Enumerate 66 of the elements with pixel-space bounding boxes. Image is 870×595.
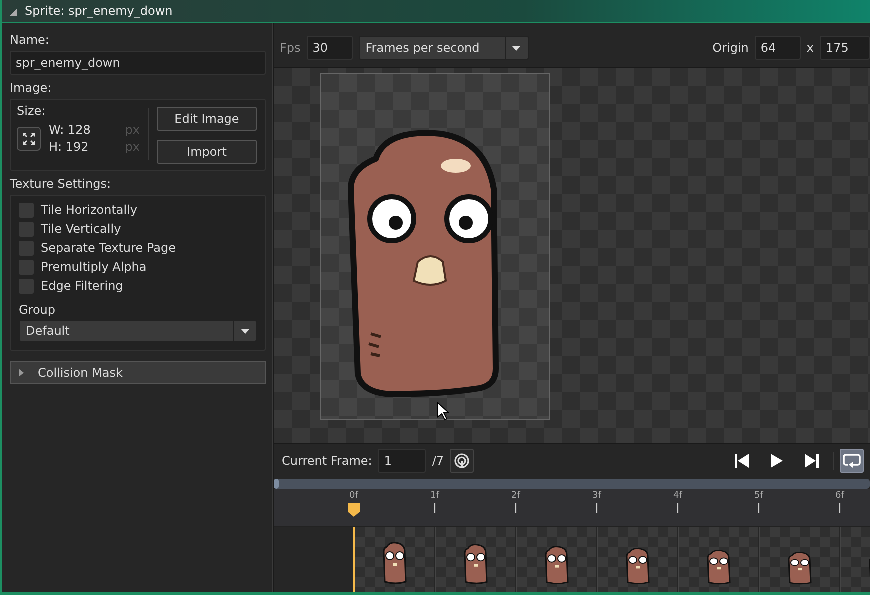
enemy-sprite-drawing	[544, 546, 570, 586]
frame-thumbnail[interactable]	[354, 527, 434, 592]
origin-x-field[interactable]: 64	[754, 36, 801, 60]
group-dropdown[interactable]: Default	[19, 320, 257, 342]
origin-separator: x	[806, 41, 814, 55]
enemy-sprite-drawing	[786, 552, 812, 586]
frame-tick-label: 0f	[350, 491, 358, 501]
texture-settings-label: Texture Settings:	[10, 177, 112, 191]
enemy-sprite-drawing	[462, 544, 488, 586]
collision-mask-header[interactable]: Collision Mask	[10, 361, 266, 384]
frame-tick-label: 3f	[592, 491, 602, 501]
loop-button[interactable]	[840, 449, 864, 473]
origin-y-field[interactable]: 175	[820, 36, 870, 60]
image-label: Image:	[10, 81, 53, 95]
dropdown-caret-icon	[512, 46, 522, 50]
fps-mode-dropdown[interactable]: Frames per second	[358, 36, 529, 60]
frame-thumbnail[interactable]	[597, 527, 677, 592]
checkbox-label: Edge Filtering	[41, 279, 124, 293]
frame-thumbnail[interactable]	[759, 527, 839, 592]
mouse-cursor-icon	[437, 402, 449, 421]
checkbox[interactable]	[19, 278, 34, 294]
image-button[interactable]: Edit Image	[157, 107, 257, 131]
checkbox-label: Premultiply Alpha	[41, 260, 147, 274]
window-title: Sprite: spr_enemy_down	[25, 4, 173, 18]
frame-thumbnail[interactable]	[678, 527, 758, 592]
checkbox[interactable]	[19, 260, 34, 274]
name-field[interactable]: spr_enemy_down	[10, 51, 266, 75]
checkbox[interactable]	[19, 222, 34, 236]
collapse-triangle-icon[interactable]	[10, 8, 17, 16]
checkbox-label: Tile Horizontally	[41, 203, 138, 217]
expand-triangle-icon	[19, 368, 24, 376]
current-frame-field[interactable]: 1	[378, 449, 426, 473]
playhead-marker-icon[interactable]	[348, 503, 360, 517]
width-value: W: 128	[49, 122, 91, 139]
enemy-sprite-drawing	[624, 548, 650, 586]
origin-label: Origin	[712, 41, 749, 55]
onion-skin-button[interactable]	[450, 449, 474, 473]
size-label: Size:	[17, 104, 47, 118]
frame-tick-label: 2f	[512, 491, 520, 501]
checkbox-label: Tile Vertically	[41, 222, 122, 236]
checkbox[interactable]	[19, 202, 34, 218]
frame-tick-label: 1f	[430, 491, 440, 501]
frame-total: /7	[432, 454, 444, 468]
group-label: Group	[19, 303, 57, 317]
frame-thumbnail[interactable]	[435, 527, 515, 592]
skip-to-start-icon[interactable]	[735, 454, 749, 468]
enemy-sprite-drawing	[706, 550, 732, 586]
frame-thumbnail[interactable]	[516, 527, 596, 592]
dropdown-caret-icon	[240, 328, 250, 334]
image-button[interactable]: Import	[157, 140, 257, 164]
fps-label: Fps	[280, 41, 301, 55]
frame-tick-label: 6f	[836, 491, 844, 501]
scroll-handle[interactable]	[274, 479, 279, 489]
checkbox-label: Separate Texture Page	[41, 241, 176, 255]
current-frame-label: Current Frame:	[282, 454, 372, 468]
timeline-scrollbar[interactable]	[274, 479, 870, 489]
play-icon[interactable]	[771, 454, 783, 468]
checkbox[interactable]	[19, 240, 34, 256]
enemy-sprite-drawing	[382, 542, 408, 586]
name-label: Name:	[10, 33, 50, 47]
frame-tick-label: 5f	[754, 491, 764, 501]
fps-field[interactable]: 30	[306, 36, 353, 60]
resize-icon[interactable]	[17, 127, 41, 151]
frame-tick-label: 4f	[674, 491, 682, 501]
skip-to-end-icon[interactable]	[805, 454, 819, 468]
height-value: H: 192	[49, 139, 90, 156]
